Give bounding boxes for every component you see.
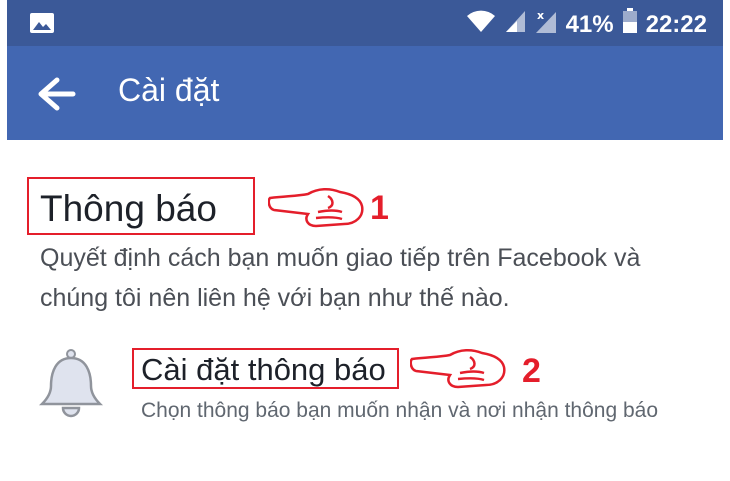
- arrow-left-icon[interactable]: [37, 76, 77, 112]
- signal-no-sim-icon: x: [534, 8, 558, 41]
- wifi-icon: [466, 9, 496, 40]
- annotation-number-2: 2: [522, 352, 541, 390]
- annotation-box-1: [27, 177, 255, 235]
- image-icon: [29, 12, 55, 39]
- pointing-hand-icon: [410, 349, 506, 389]
- section-description: Quyết định cách bạn muốn giao tiếp trên …: [40, 244, 641, 312]
- annotation-box-2: [132, 348, 399, 389]
- battery-icon: [622, 8, 638, 41]
- pointing-hand-icon: [268, 188, 364, 228]
- bell-icon: [38, 348, 104, 423]
- page-title: Cài đặt: [118, 72, 220, 108]
- svg-text:x: x: [537, 9, 544, 22]
- app-bar: Cài đặt: [7, 46, 723, 140]
- annotation-number-1: 1: [370, 189, 389, 227]
- signal-icon: [504, 9, 526, 40]
- battery-percent: 41%: [565, 10, 614, 38]
- clock: 22:22: [645, 10, 707, 38]
- status-bar: x 41% 22:22: [7, 0, 723, 46]
- notification-settings-description: Chọn thông báo bạn muốn nhận và nơi nhận…: [141, 399, 659, 422]
